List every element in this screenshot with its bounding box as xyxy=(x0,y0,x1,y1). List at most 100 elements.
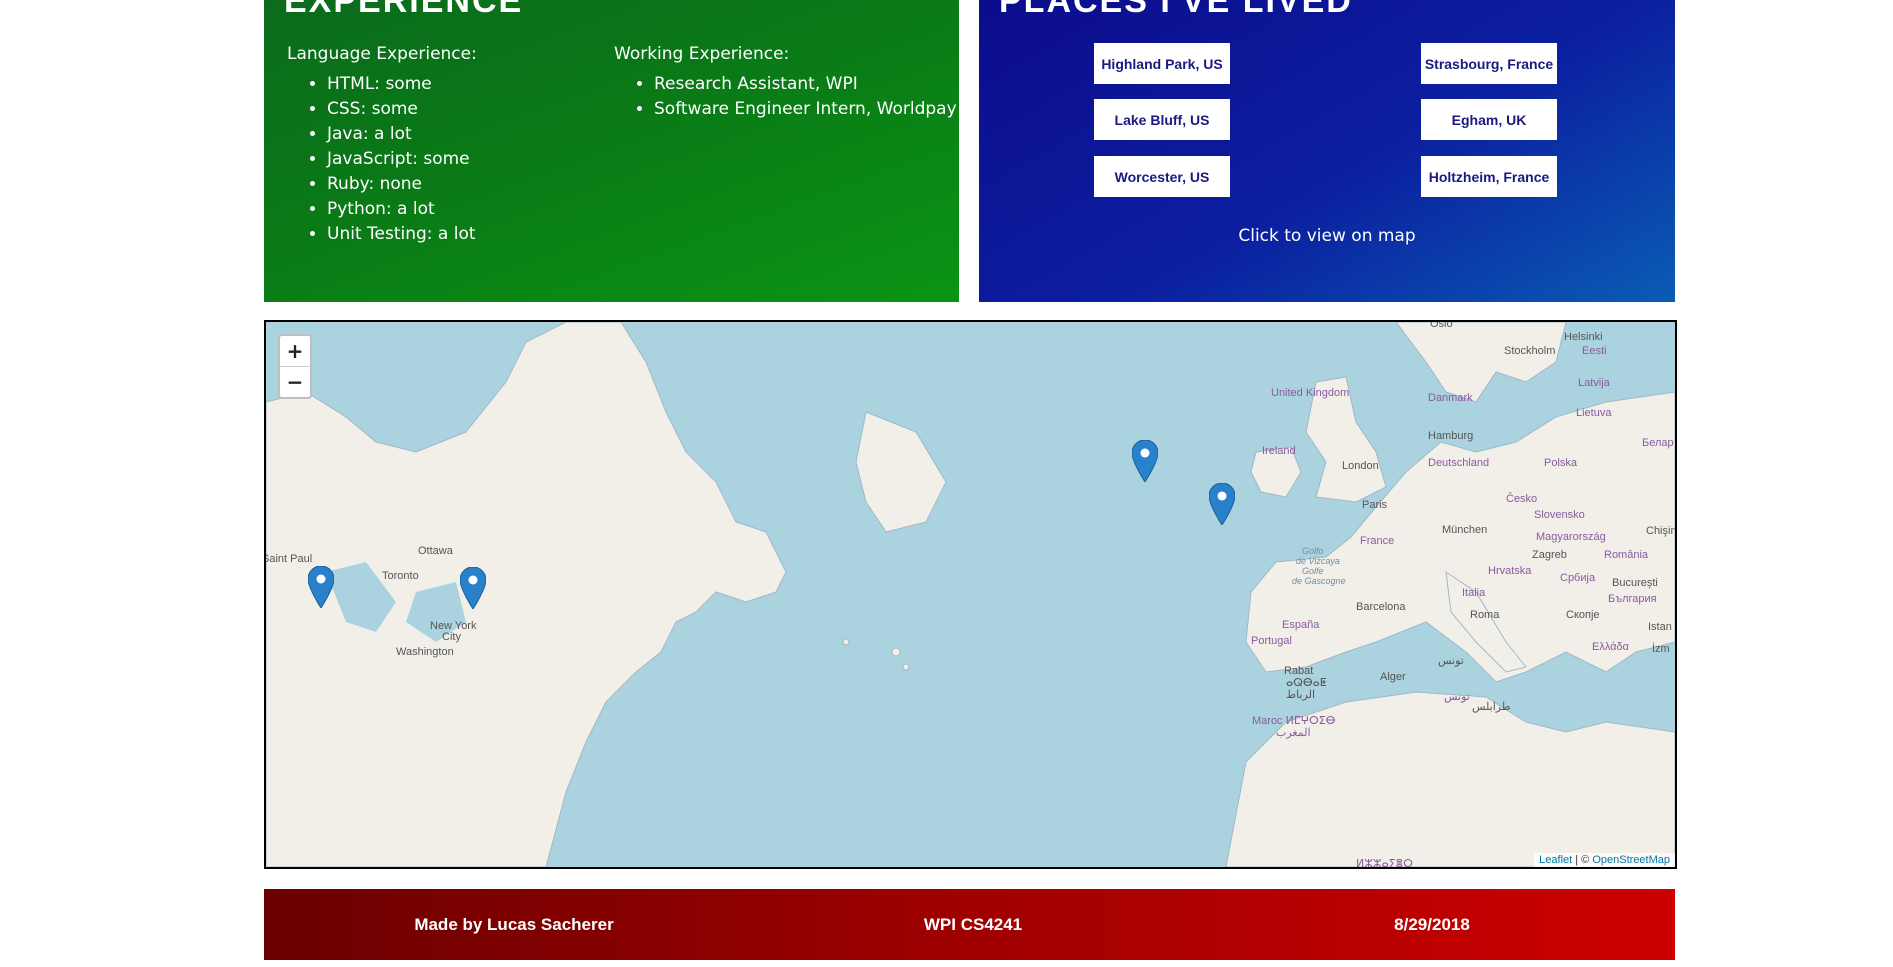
map-label: Danmark xyxy=(1428,392,1473,404)
newfoundland-land xyxy=(855,411,947,533)
map-label: Paris xyxy=(1362,499,1388,511)
map-label: de Gascogne xyxy=(1292,576,1346,586)
leaflet-link[interactable]: Leaflet xyxy=(1539,854,1572,866)
map-label: ⵍⵣⵣⴰⵢⴻⵔ xyxy=(1356,858,1413,867)
language-experience-title: Language Experience: xyxy=(287,44,477,64)
experience-heading: EXPERIENCE xyxy=(284,0,524,20)
map-label: Golfo xyxy=(1302,546,1324,556)
place-button-worcester[interactable]: Worcester, US xyxy=(1094,156,1230,197)
map-label: Rabat xyxy=(1284,665,1313,677)
map-label: Скопје xyxy=(1566,609,1600,621)
map-label: Oslo xyxy=(1430,322,1453,330)
map-label: de Vizcaya xyxy=(1296,556,1340,566)
places-panel: PLACES I'VE LIVED Highland Park, US Stra… xyxy=(979,0,1675,302)
map-marker-icon[interactable] xyxy=(308,566,334,608)
map-label: تونس xyxy=(1444,691,1470,703)
map-label: Italia xyxy=(1462,587,1486,599)
language-item: Ruby: none xyxy=(327,172,477,197)
map-hint: Click to view on map xyxy=(1238,226,1416,246)
map-label: România xyxy=(1604,549,1649,561)
zoom-control: + − xyxy=(278,334,312,399)
language-item: Python: a lot xyxy=(327,197,477,222)
map-label: المغرب xyxy=(1276,727,1311,739)
map-label: Barcelona xyxy=(1356,601,1406,613)
map-label: Alger xyxy=(1380,671,1406,683)
map-label: Helsinki xyxy=(1564,331,1603,343)
map-label: Latvija xyxy=(1578,377,1611,389)
map-label: Maroc ⵍⵎⵖⵔⵉⴱ xyxy=(1252,715,1336,727)
footer-date: 8/29/2018 xyxy=(1394,915,1470,934)
footer-course: WPI CS4241 xyxy=(923,915,1023,934)
map-label: Ottawa xyxy=(418,545,454,557)
language-item: CSS: some xyxy=(327,97,477,122)
map-label: Eesti xyxy=(1582,345,1606,357)
map-label: București xyxy=(1612,577,1658,589)
map-label: İzm xyxy=(1652,642,1670,655)
map-label: طرابلس xyxy=(1472,701,1511,713)
map-marker-icon[interactable] xyxy=(460,567,486,609)
map-label: تونس xyxy=(1438,655,1464,667)
work-item: Research Assistant, WPI xyxy=(654,72,957,97)
zoom-in-button[interactable]: + xyxy=(280,336,310,367)
map-marker-icon[interactable] xyxy=(1209,483,1235,525)
map-label: Golfe xyxy=(1302,566,1324,576)
footer-author: Made by Lucas Sacherer xyxy=(414,915,614,934)
map-label: Washington xyxy=(396,646,454,658)
openstreetmap-link[interactable]: OpenStreetMap xyxy=(1592,854,1670,866)
language-experience: Language Experience: HTML: some CSS: som… xyxy=(287,44,477,247)
experience-panel: EXPERIENCE Language Experience: HTML: so… xyxy=(264,0,959,302)
footer: Made by Lucas Sacherer WPI CS4241 8/29/2… xyxy=(264,889,1675,960)
map-label: Stockholm xyxy=(1504,345,1555,357)
hudson-bay xyxy=(326,322,446,412)
map-label: Česko xyxy=(1506,492,1537,505)
map-label: Ελλάδα xyxy=(1592,641,1630,653)
map[interactable]: Oslo Helsinki Stockholm Eesti Latvija Li… xyxy=(264,320,1677,869)
map-label: Deutschland xyxy=(1428,457,1489,469)
language-item: HTML: some xyxy=(327,72,477,97)
language-item: JavaScript: some xyxy=(327,147,477,172)
map-label: London xyxy=(1342,460,1379,472)
map-label: Србија xyxy=(1560,572,1596,584)
azores-island xyxy=(842,638,850,646)
map-label: Ireland xyxy=(1262,445,1296,457)
place-button-strasbourg[interactable]: Strasbourg, France xyxy=(1421,43,1557,84)
map-label: Slovensko xyxy=(1534,509,1585,521)
map-label: Magyarország xyxy=(1536,531,1606,543)
map-label: United Kingdom xyxy=(1271,387,1349,399)
map-label: Hrvatska xyxy=(1488,565,1532,577)
scandinavia-land xyxy=(1395,322,1567,403)
map-label: City xyxy=(442,631,461,643)
language-list: HTML: some CSS: some Java: a lot JavaScr… xyxy=(287,72,477,247)
zoom-out-button[interactable]: − xyxy=(280,367,310,397)
places-heading: PLACES I'VE LIVED xyxy=(999,0,1353,20)
map-label: Toronto xyxy=(382,570,419,582)
map-label: Roma xyxy=(1470,609,1500,621)
map-label: الرباط xyxy=(1286,689,1315,701)
work-list: Research Assistant, WPI Software Enginee… xyxy=(614,72,957,122)
place-button-lake-bluff[interactable]: Lake Bluff, US xyxy=(1094,99,1230,140)
map-label: Lietuva xyxy=(1576,407,1612,419)
map-label: Hamburg xyxy=(1428,430,1473,442)
azores-island xyxy=(902,663,910,671)
map-label: Saint Paul xyxy=(266,553,312,565)
work-item: Software Engineer Intern, Worldpay xyxy=(654,97,957,122)
map-marker-icon[interactable] xyxy=(1132,440,1158,482)
map-attribution: Leaflet | © OpenStreetMap xyxy=(1534,853,1675,867)
attribution-separator: | © xyxy=(1572,854,1593,866)
map-label: Белар xyxy=(1642,437,1674,449)
map-label: München xyxy=(1442,524,1487,536)
map-label: ⴰⵕⴱⴰⵟ xyxy=(1286,677,1327,689)
azores-island xyxy=(891,647,901,657)
language-item: Java: a lot xyxy=(327,122,477,147)
place-button-holtzheim[interactable]: Holtzheim, France xyxy=(1421,156,1557,197)
map-label: Chişin xyxy=(1646,525,1675,537)
place-button-highland-park[interactable]: Highland Park, US xyxy=(1094,43,1230,84)
map-label: Polska xyxy=(1544,457,1578,469)
place-button-egham[interactable]: Egham, UK xyxy=(1421,99,1557,140)
map-label: Istan xyxy=(1648,621,1672,633)
map-label: Portugal xyxy=(1251,635,1292,647)
map-label: България xyxy=(1608,593,1657,605)
working-experience-title: Working Experience: xyxy=(614,44,790,64)
map-label: Zagreb xyxy=(1532,549,1567,561)
map-label: France xyxy=(1360,535,1394,547)
